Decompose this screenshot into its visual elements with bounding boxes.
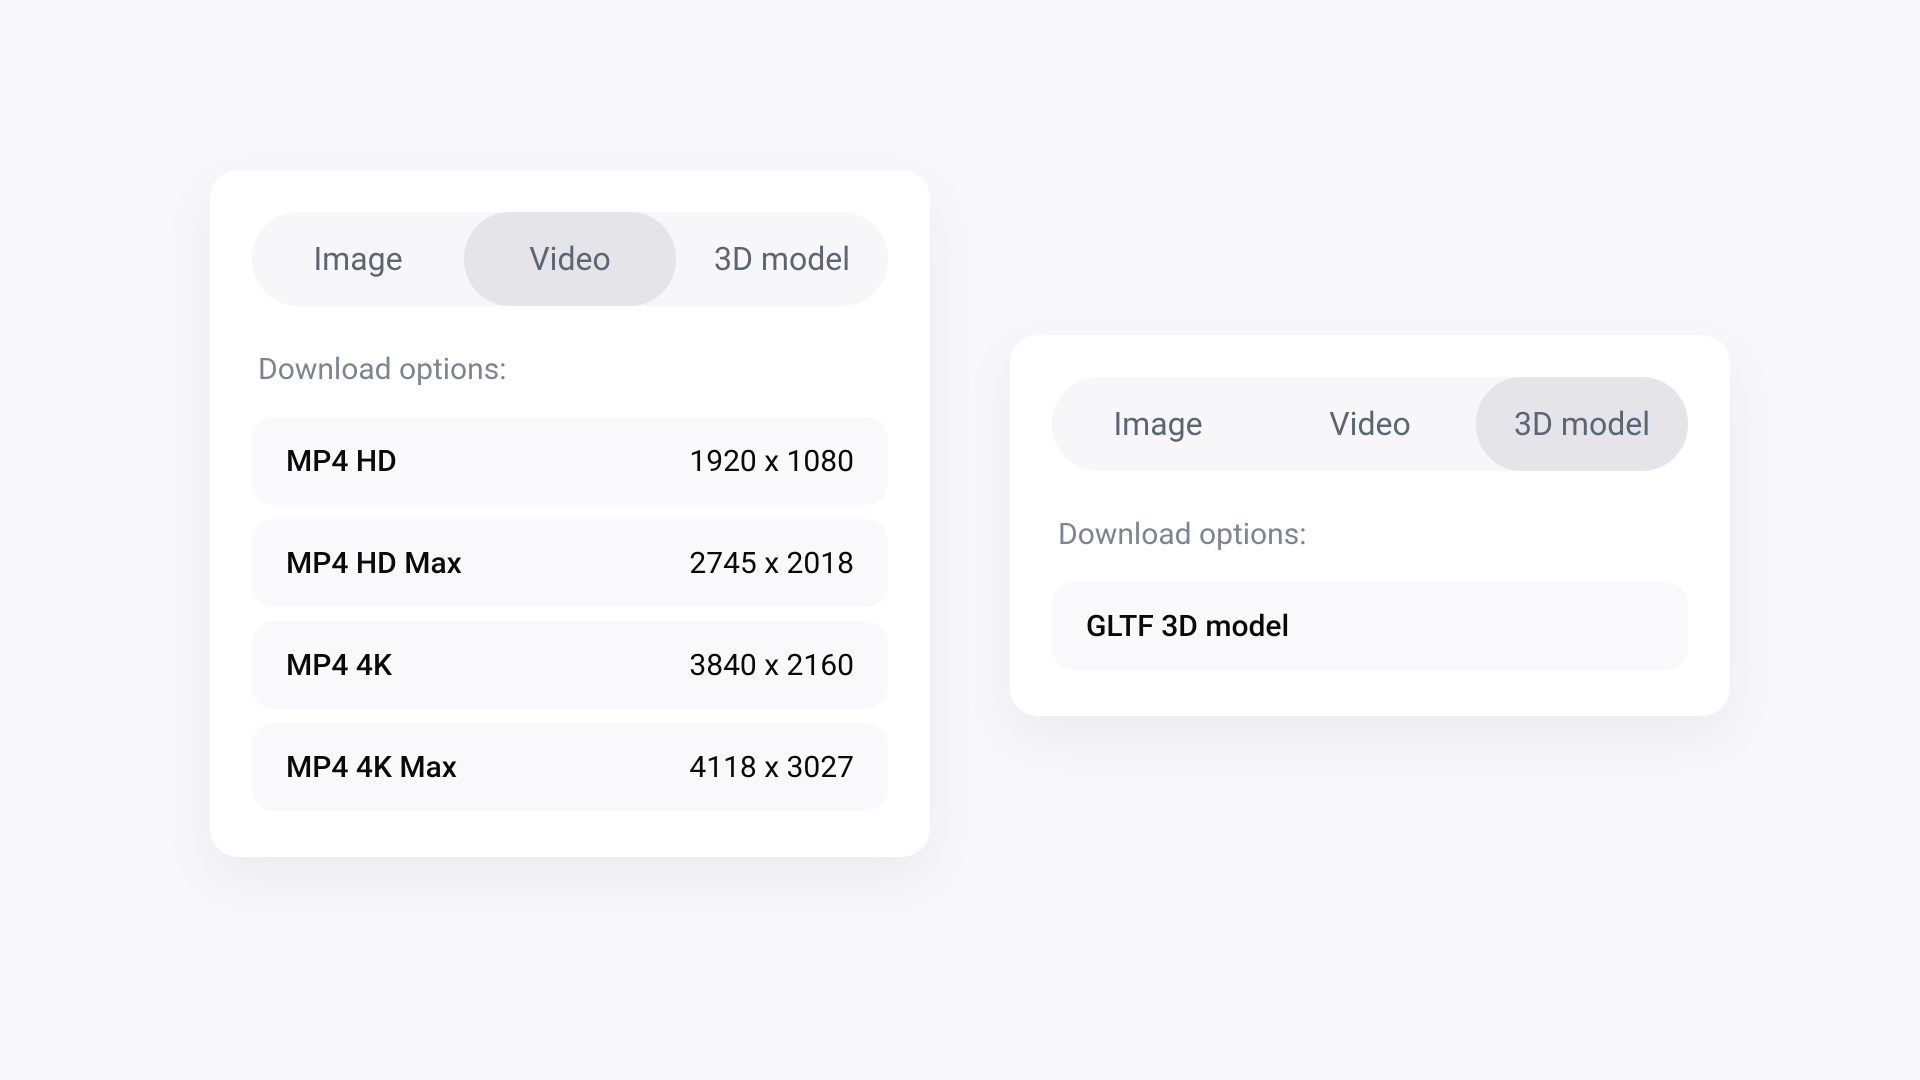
tab-image[interactable]: Image	[252, 212, 464, 306]
download-panel-video: Image Video 3D model Download options: M…	[210, 170, 930, 857]
option-spec: 1920 x 1080	[689, 444, 854, 479]
tab-video[interactable]: Video	[464, 212, 676, 306]
download-option[interactable]: MP4 HD Max 2745 x 2018	[252, 519, 888, 607]
download-option[interactable]: MP4 4K 3840 x 2160	[252, 621, 888, 709]
format-tab-group: Image Video 3D model	[1052, 377, 1688, 471]
download-panel-3d: Image Video 3D model Download options: G…	[1010, 335, 1730, 716]
download-option[interactable]: MP4 4K Max 4118 x 3027	[252, 723, 888, 811]
option-name: MP4 HD	[286, 444, 397, 479]
option-spec: 2745 x 2018	[689, 546, 854, 581]
option-name: MP4 4K Max	[286, 750, 457, 785]
option-spec: 4118 x 3027	[689, 750, 854, 785]
download-options-label: Download options:	[1058, 517, 1688, 552]
tab-image[interactable]: Image	[1052, 377, 1264, 471]
tab-3d-model[interactable]: 3D model	[1476, 377, 1688, 471]
option-name: MP4 4K	[286, 648, 392, 683]
option-name: MP4 HD Max	[286, 546, 462, 581]
download-options-label: Download options:	[258, 352, 888, 387]
option-name: GLTF 3D model	[1086, 609, 1289, 644]
download-option[interactable]: MP4 HD 1920 x 1080	[252, 417, 888, 505]
format-tab-group: Image Video 3D model	[252, 212, 888, 306]
tab-3d-model[interactable]: 3D model	[676, 212, 888, 306]
download-options-list: MP4 HD 1920 x 1080 MP4 HD Max 2745 x 201…	[252, 417, 888, 811]
download-options-list: GLTF 3D model	[1052, 582, 1688, 670]
tab-video[interactable]: Video	[1264, 377, 1476, 471]
option-spec: 3840 x 2160	[689, 648, 854, 683]
download-option[interactable]: GLTF 3D model	[1052, 582, 1688, 670]
